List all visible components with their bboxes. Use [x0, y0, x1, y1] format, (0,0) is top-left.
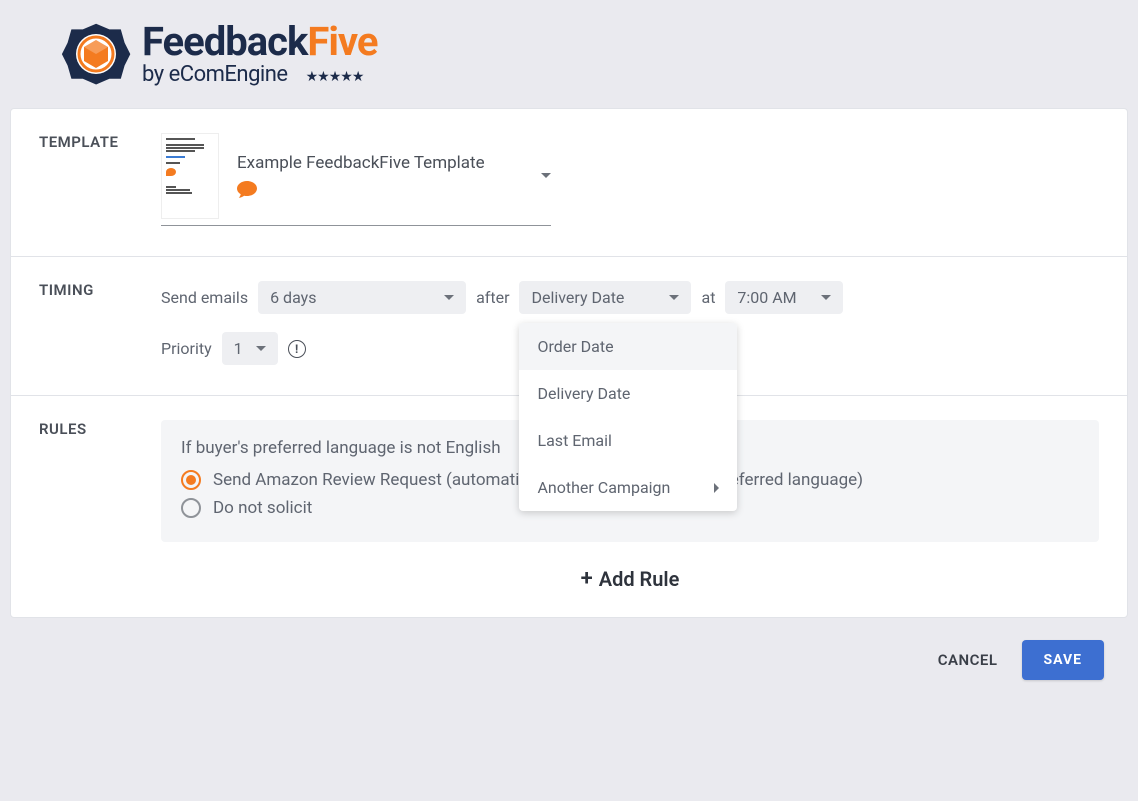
at-label: at [701, 288, 715, 307]
brand-subtitle: by eComEngine [142, 64, 288, 86]
menu-item-last-email[interactable]: Last Email [519, 417, 737, 464]
plus-icon: + [581, 566, 593, 591]
menu-item-order-date[interactable]: Order Date [519, 323, 737, 370]
menu-item-delivery-date[interactable]: Delivery Date [519, 370, 737, 417]
template-section-label: TEMPLATE [39, 133, 161, 226]
after-label: after [476, 288, 509, 307]
chevron-right-icon [714, 483, 719, 493]
comment-icon [237, 181, 257, 203]
template-thumbnail [161, 133, 219, 219]
brand-name-part2: Five [307, 18, 377, 65]
chevron-down-icon [669, 295, 679, 300]
priority-dropdown[interactable]: 1 [222, 332, 278, 365]
date-type-dropdown[interactable]: Delivery Date Order Date Delivery Date L… [519, 281, 691, 314]
stars-icon: ★★★★★ [306, 70, 364, 84]
add-rule-label: Add Rule [599, 567, 680, 591]
days-value: 6 days [270, 288, 316, 307]
priority-label: Priority [161, 339, 212, 358]
days-dropdown[interactable]: 6 days [258, 281, 466, 314]
info-icon[interactable]: ! [288, 340, 306, 358]
chevron-down-icon [821, 295, 831, 300]
time-value: 7:00 AM [737, 288, 796, 307]
save-button[interactable]: SAVE [1022, 640, 1105, 680]
time-dropdown[interactable]: 7:00 AM [725, 281, 843, 314]
brand-logo: FeedbackFive by eComEngine ★★★★★ [60, 18, 1138, 90]
add-rule-button[interactable]: + Add Rule [161, 566, 1099, 591]
timing-section-label: TIMING [39, 281, 161, 365]
logo-gear-icon [60, 18, 132, 90]
chevron-down-icon [256, 346, 266, 351]
rules-section-label: RULES [39, 420, 161, 591]
brand-text: FeedbackFive by eComEngine ★★★★★ [142, 22, 378, 86]
chevron-down-icon [444, 295, 454, 300]
priority-value: 1 [234, 339, 243, 358]
radio-icon [181, 498, 201, 518]
template-selector[interactable]: Example FeedbackFive Template [161, 133, 551, 226]
date-type-value: Delivery Date [531, 288, 624, 307]
footer-actions: CANCEL SAVE [0, 618, 1138, 702]
radio-icon [181, 470, 201, 490]
chevron-down-icon [541, 173, 551, 178]
app-header: FeedbackFive by eComEngine ★★★★★ [0, 0, 1138, 108]
send-emails-label: Send emails [161, 288, 248, 307]
timing-section: TIMING Send emails 6 days after Delivery… [11, 257, 1127, 396]
radio-skip-label: Do not solicit [213, 498, 312, 518]
template-name: Example FeedbackFive Template [237, 153, 485, 173]
menu-item-another-campaign[interactable]: Another Campaign [519, 464, 737, 511]
cancel-button[interactable]: CANCEL [938, 651, 998, 669]
brand-name-part1: Feedback [142, 18, 307, 65]
settings-panel: TEMPLATE Example Fe [10, 108, 1128, 618]
template-section: TEMPLATE Example Fe [11, 109, 1127, 257]
date-type-menu: Order Date Delivery Date Last Email Anot… [519, 323, 737, 511]
